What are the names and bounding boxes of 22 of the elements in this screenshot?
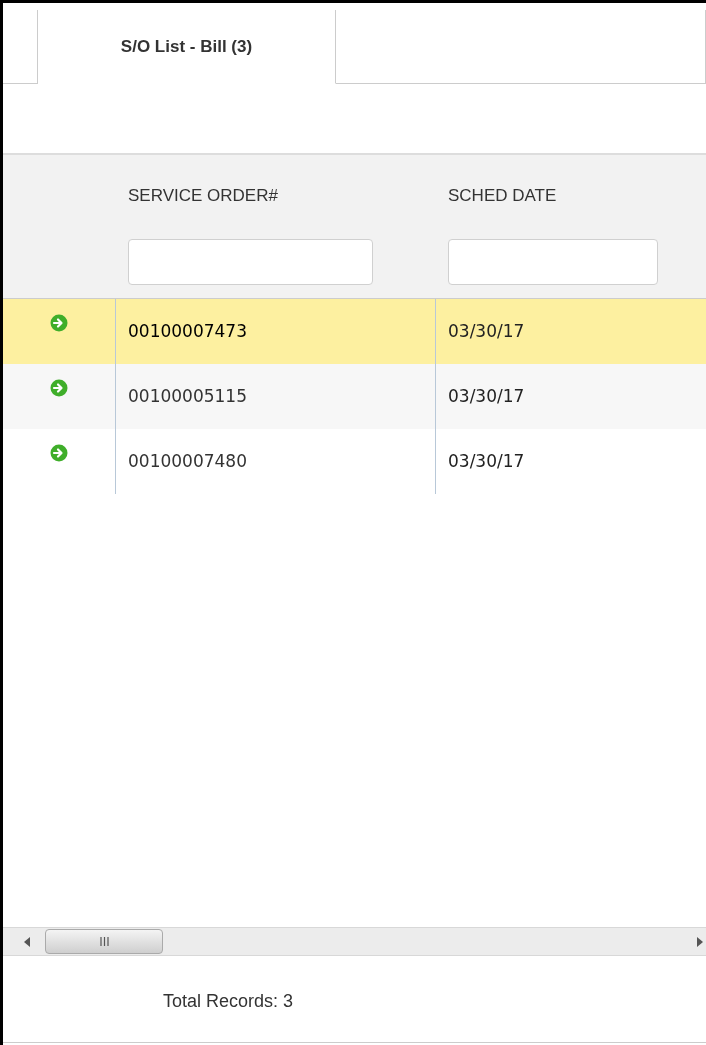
table-row[interactable]: 00100005115 03/30/17: [3, 364, 706, 429]
horizontal-scrollbar[interactable]: [3, 927, 706, 956]
arrow-circle-icon[interactable]: [50, 314, 68, 332]
left-arrow-icon[interactable]: [23, 936, 31, 947]
filter-field[interactable]: [128, 239, 373, 285]
arrow-circle-icon[interactable]: [50, 444, 68, 462]
total-records-label: Total Records: 3: [163, 991, 294, 1011]
arrow-circle-icon[interactable]: [50, 379, 68, 397]
column-header: SERVICE ORDER#: [128, 185, 279, 207]
table-cell: 03/30/17: [448, 321, 525, 341]
right-arrow-icon[interactable]: [696, 936, 704, 947]
column-header: SCHED DATE: [448, 185, 558, 207]
grip-icon: [99, 937, 109, 946]
table-cell: 03/30/17: [448, 451, 525, 471]
table-cell: 03/30/17: [448, 386, 525, 406]
tab[interactable]: S/O List - Bill (3): [38, 10, 336, 84]
table-cell: 00100007480: [128, 451, 247, 471]
filter-field[interactable]: [448, 239, 658, 285]
scrollbar-thumb[interactable]: [45, 929, 163, 954]
table-cell: 00100007473: [128, 321, 247, 341]
table-row[interactable]: 00100007473 03/30/17: [3, 299, 706, 364]
table-cell: 00100005115: [128, 386, 247, 406]
